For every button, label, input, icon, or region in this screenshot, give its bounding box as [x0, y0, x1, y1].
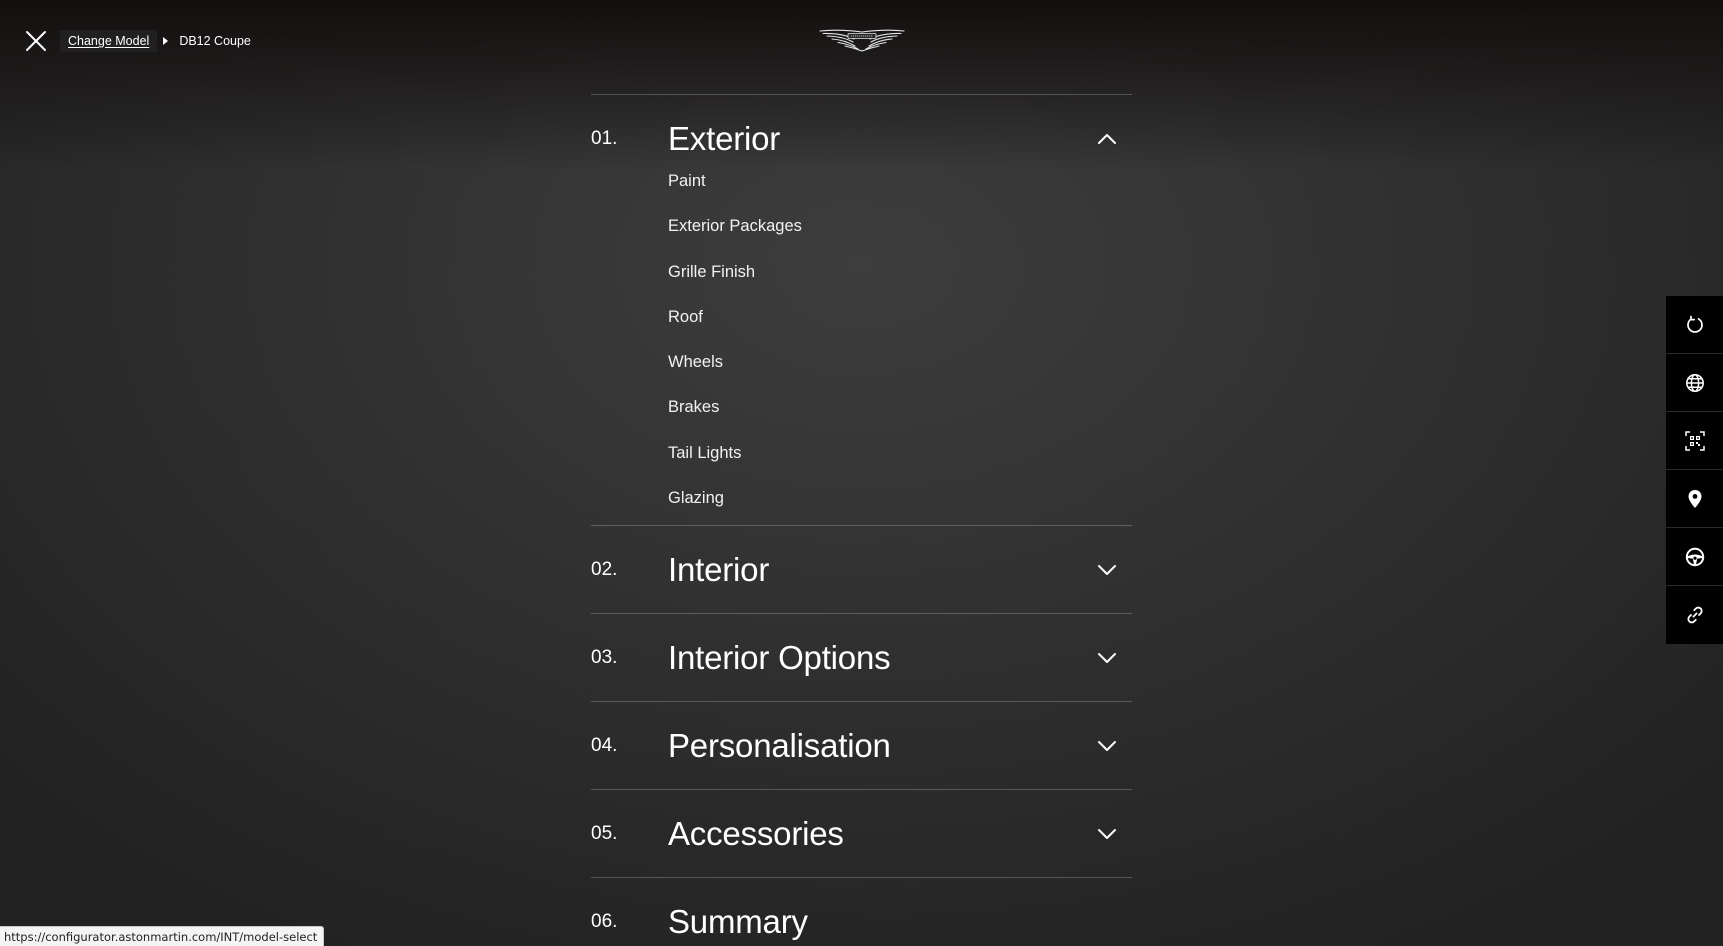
section-title: Accessories — [668, 815, 844, 853]
share-link-button[interactable] — [1666, 586, 1723, 644]
section-title: Interior — [668, 551, 770, 589]
qr-code-icon — [1684, 430, 1705, 451]
section-header-interior[interactable]: 02. Interior — [591, 526, 1132, 613]
current-model-label: DB12 Coupe — [179, 34, 251, 48]
chevron-down-icon[interactable] — [1096, 647, 1118, 669]
chevron-up-icon[interactable] — [1096, 128, 1118, 150]
list-item-tail-lights[interactable]: Tail Lights — [668, 431, 1132, 476]
side-toolbar — [1666, 296, 1723, 644]
reset-button[interactable] — [1666, 296, 1723, 354]
section-number: 01. — [591, 128, 618, 149]
section-header-exterior[interactable]: 01. Exterior — [591, 95, 1132, 182]
section-number: 03. — [591, 647, 618, 669]
section-header-accessories[interactable]: 05. Accessories — [591, 790, 1132, 877]
exterior-options-list: Paint Exterior Packages Grille Finish Ro… — [591, 159, 1132, 525]
configurator-menu: 01. Exterior Paint Exterior Packages Gri… — [591, 94, 1132, 946]
location-pin-icon — [1688, 489, 1701, 508]
list-item-exterior-packages[interactable]: Exterior Packages — [668, 204, 1132, 249]
section-header-summary[interactable]: 06. Summary — [591, 878, 1132, 946]
breadcrumb-caret-icon — [163, 37, 169, 45]
list-item-wheels[interactable]: Wheels — [668, 340, 1132, 385]
list-item-glazing[interactable]: Glazing — [668, 476, 1132, 521]
change-model-link[interactable]: Change Model — [60, 30, 158, 52]
section-summary: 06. Summary — [591, 877, 1132, 946]
section-number: 04. — [591, 735, 618, 757]
close-button[interactable] — [24, 29, 48, 53]
reset-icon — [1686, 315, 1703, 333]
test-drive-button[interactable] — [1666, 528, 1723, 586]
section-number: 02. — [591, 559, 618, 581]
list-item-roof[interactable]: Roof — [668, 295, 1132, 340]
status-bar-url: https://configurator.astonmartin.com/INT… — [0, 926, 325, 946]
list-item-brakes[interactable]: Brakes — [668, 385, 1132, 430]
aston-martin-logo[interactable] — [818, 27, 906, 55]
chevron-down-icon[interactable] — [1096, 735, 1118, 757]
section-interior-options: 03. Interior Options — [591, 613, 1132, 701]
globe-icon — [1685, 373, 1704, 392]
language-button[interactable] — [1666, 354, 1723, 412]
qr-code-button[interactable] — [1666, 412, 1723, 470]
steering-wheel-icon — [1685, 547, 1704, 566]
section-personalisation: 04. Personalisation — [591, 701, 1132, 789]
close-icon — [26, 31, 46, 51]
dealer-locator-button[interactable] — [1666, 470, 1723, 528]
link-icon — [1686, 606, 1703, 624]
chevron-down-icon[interactable] — [1096, 823, 1118, 845]
section-header-personalisation[interactable]: 04. Personalisation — [591, 702, 1132, 789]
section-title: Exterior — [668, 120, 781, 157]
section-title: Interior Options — [668, 639, 891, 677]
section-title: Summary — [668, 903, 808, 941]
breadcrumb: Change Model DB12 Coupe — [60, 29, 251, 53]
section-interior: 02. Interior — [591, 525, 1132, 613]
section-header-interior-options[interactable]: 03. Interior Options — [591, 614, 1132, 701]
section-exterior: 01. Exterior Paint Exterior Packages Gri… — [591, 94, 1132, 525]
section-accessories: 05. Accessories — [591, 789, 1132, 877]
section-number: 05. — [591, 823, 618, 845]
list-item-grille-finish[interactable]: Grille Finish — [668, 250, 1132, 295]
chevron-down-icon[interactable] — [1096, 559, 1118, 581]
wings-logo-icon — [819, 29, 905, 52]
section-number: 06. — [591, 911, 618, 933]
section-title: Personalisation — [668, 727, 891, 765]
